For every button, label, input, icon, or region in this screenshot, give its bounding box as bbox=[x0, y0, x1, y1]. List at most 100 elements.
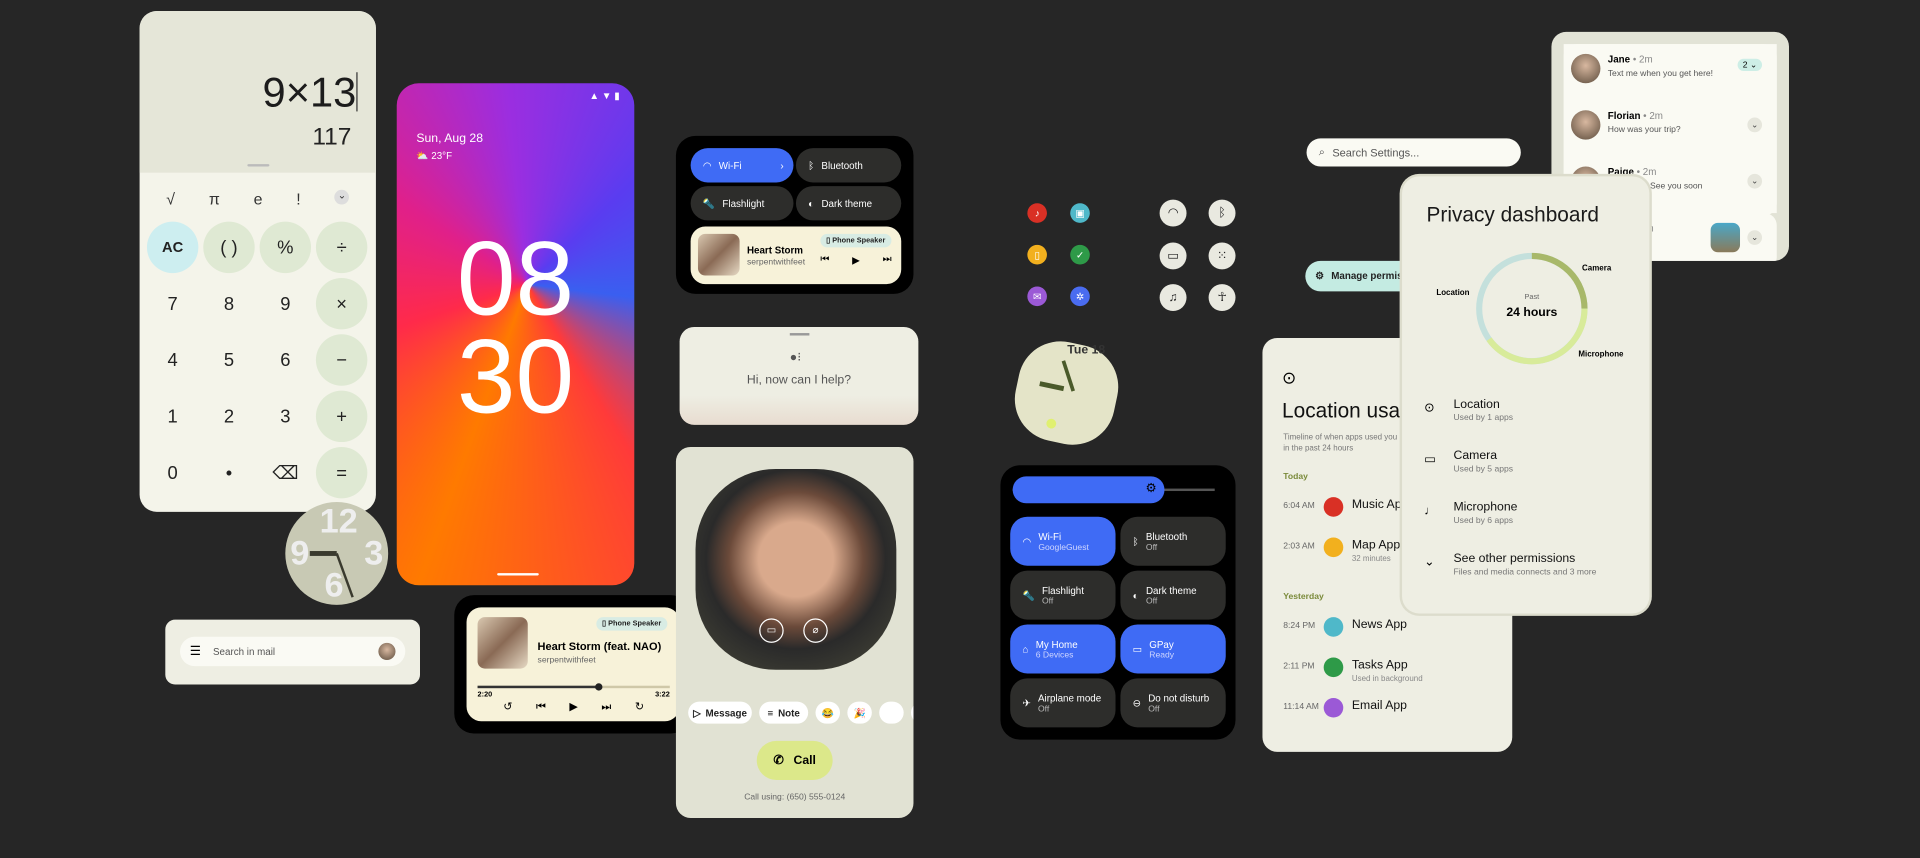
calc-key[interactable]: × bbox=[315, 277, 368, 330]
cast-icon[interactable]: ▭ bbox=[1159, 242, 1187, 270]
calc-key[interactable]: 8 bbox=[203, 278, 254, 329]
permission-item[interactable]: ⌄ See other permissions Files and media co… bbox=[1402, 549, 1649, 593]
map-app-icon[interactable]: ▯ bbox=[1027, 244, 1047, 265]
tile-flashlight[interactable]: 🔦 Flashlight bbox=[690, 186, 794, 221]
calc-key[interactable]: • bbox=[203, 447, 254, 498]
notification[interactable]: Florian • 2m How was your trip? ⌄ bbox=[1563, 100, 1777, 157]
contact-photo bbox=[695, 468, 897, 670]
seek-thumb[interactable] bbox=[594, 683, 603, 691]
bell-icon[interactable]: ♫ bbox=[1159, 284, 1187, 312]
settings-search-bar[interactable]: ⌕ Search Settings... bbox=[1306, 138, 1521, 167]
call-button[interactable]: ✆ Call bbox=[756, 740, 833, 781]
permission-item[interactable]: ⊙ Location Used by 1 apps bbox=[1402, 394, 1649, 438]
previous-icon[interactable]: ⏮ bbox=[820, 253, 829, 265]
calc-key[interactable]: 3 bbox=[260, 391, 311, 442]
music-app-icon[interactable]: ♪ bbox=[1027, 203, 1047, 223]
count-badge[interactable]: 2 ⌄ bbox=[1737, 58, 1763, 72]
play-icon[interactable]: ▶ bbox=[852, 254, 860, 265]
calc-key[interactable]: ÷ bbox=[315, 221, 368, 274]
calc-key[interactable]: 1 bbox=[147, 391, 198, 442]
e-key[interactable]: e bbox=[254, 190, 263, 208]
permission-item[interactable]: ♩ Microphone Used by 6 apps bbox=[1402, 497, 1649, 541]
bluetooth-icon[interactable]: ᛒ bbox=[1208, 199, 1236, 227]
chevron-down-icon[interactable]: ⌄ bbox=[334, 189, 350, 205]
text-cursor bbox=[356, 72, 358, 112]
video-call-icon[interactable]: ▭ bbox=[759, 618, 784, 643]
expand-icon[interactable]: ⌄ bbox=[1747, 230, 1763, 245]
dialpad-icon[interactable]: ⁙ bbox=[1208, 242, 1236, 270]
calc-key[interactable]: = bbox=[315, 446, 368, 499]
timeline-item[interactable]: 11:14 AM Email App bbox=[1262, 697, 1512, 735]
calc-key[interactable]: % bbox=[259, 221, 312, 274]
timeline-item[interactable]: 8:24 PM News App bbox=[1262, 617, 1512, 654]
cast-app-icon[interactable]: ▣ bbox=[1070, 203, 1090, 223]
menu-icon[interactable]: ☰ bbox=[190, 645, 201, 658]
tile-bluetooth[interactable]: ᛒ Bluetooth bbox=[795, 148, 902, 183]
tile-gpay[interactable]: ▭ GPay Ready bbox=[1120, 624, 1226, 674]
calc-key[interactable]: 5 bbox=[203, 334, 254, 385]
note-button[interactable]: ≡ Note bbox=[759, 701, 809, 724]
message-button[interactable]: ▷ Message bbox=[688, 701, 752, 724]
calc-key[interactable]: ( ) bbox=[203, 221, 255, 274]
tile-bluetooth[interactable]: ᛒ Bluetooth Off bbox=[1120, 516, 1226, 566]
calc-key[interactable]: AC bbox=[146, 221, 199, 274]
settings-search-input[interactable]: Search Settings... bbox=[1332, 146, 1419, 158]
calc-key[interactable]: 6 bbox=[260, 334, 311, 385]
pinwheel-app-icon[interactable]: ✲ bbox=[1070, 286, 1090, 307]
privacy-dashboard-screen: Privacy dashboard Past 24 hours Location… bbox=[1402, 176, 1650, 614]
calc-key[interactable]: 4 bbox=[147, 334, 198, 385]
tile-wifi[interactable]: ◠ Wi-Fi › bbox=[690, 148, 794, 183]
tile-dark-theme[interactable]: ◐ Dark theme bbox=[795, 186, 902, 221]
mail-search-bar[interactable]: ☰ Search in mail bbox=[180, 636, 406, 667]
drag-handle[interactable] bbox=[789, 333, 810, 336]
permission-item[interactable]: ▭ Camera Used by 5 apps bbox=[1402, 446, 1649, 490]
previous-icon[interactable]: ⏮ bbox=[536, 700, 546, 713]
play-icon[interactable]: ▶ bbox=[569, 700, 577, 713]
next-icon[interactable]: ⏭ bbox=[601, 700, 611, 713]
assistant-sheet: ●⁝ Hi, now can I help? bbox=[679, 326, 919, 425]
next-icon[interactable]: ⏭ bbox=[883, 253, 892, 265]
avatar[interactable] bbox=[378, 642, 396, 661]
tile-do-not-disturb[interactable]: ⊖ Do not disturb Off bbox=[1120, 678, 1226, 728]
timeline-item[interactable]: 2:11 PM Tasks App Used in background bbox=[1262, 657, 1512, 695]
tasks-app-icon[interactable]: ✓ bbox=[1070, 244, 1090, 265]
emoji-button[interactable]: 🎉 bbox=[847, 701, 872, 724]
wifi-icon[interactable]: ◠ bbox=[1159, 199, 1187, 227]
expand-icon[interactable]: ⌄ bbox=[1747, 117, 1763, 133]
tile-wi-fi[interactable]: ◠ Wi-Fi GoogleGuest bbox=[1010, 516, 1116, 566]
calc-key[interactable]: 2 bbox=[203, 391, 254, 442]
home-indicator[interactable] bbox=[497, 573, 539, 576]
tile-my-home[interactable]: ⌂ My Home 6 Devices bbox=[1010, 624, 1116, 674]
calc-key[interactable]: + bbox=[315, 390, 368, 443]
expand-icon[interactable]: ⌄ bbox=[1747, 173, 1763, 189]
email-app-icon[interactable]: ✉ bbox=[1027, 286, 1047, 307]
notification[interactable]: Jane • 2m Text me when you get here! 2 ⌄ bbox=[1563, 44, 1777, 101]
pi-key[interactable]: π bbox=[209, 190, 220, 208]
factorial-key[interactable]: ! bbox=[296, 190, 300, 208]
seek-bar[interactable] bbox=[477, 683, 670, 691]
accessibility-icon[interactable]: ☥ bbox=[1208, 284, 1236, 312]
output-chip[interactable]: ▯ Phone Speaker bbox=[819, 233, 892, 248]
drag-handle[interactable] bbox=[247, 164, 270, 167]
track-title: Heart Storm bbox=[746, 244, 804, 256]
calc-key[interactable]: ⌫ bbox=[260, 447, 311, 498]
calc-key[interactable]: 7 bbox=[147, 278, 198, 329]
calc-key[interactable]: 9 bbox=[260, 278, 311, 329]
weather-icon: ⛅ bbox=[416, 150, 429, 162]
forward-icon[interactable]: ↻ bbox=[635, 700, 644, 713]
mail-search-input[interactable]: Search in mail bbox=[213, 646, 366, 657]
calc-key[interactable]: 0 bbox=[147, 447, 198, 498]
tile-dark-theme[interactable]: ◐ Dark theme Off bbox=[1120, 570, 1226, 620]
output-chip[interactable]: ▯ Phone Speaker bbox=[595, 617, 668, 631]
emoji-button[interactable]: 😂 bbox=[815, 701, 841, 724]
mute-icon[interactable]: ⌀ bbox=[803, 618, 828, 643]
tile-flashlight[interactable]: 🔦 Flashlight Off bbox=[1010, 570, 1116, 620]
permission-subtitle: Used by 5 apps bbox=[1453, 465, 1514, 474]
sqrt-key[interactable]: √ bbox=[166, 190, 175, 208]
tile-airplane-mode[interactable]: ✈ Airplane mode Off bbox=[1010, 678, 1116, 728]
calc-key[interactable]: − bbox=[315, 334, 368, 386]
replay-icon[interactable]: ↺ bbox=[503, 700, 512, 713]
emoji-button[interactable]: 😍 bbox=[911, 701, 914, 724]
brightness-slider[interactable]: ⚙ bbox=[1012, 476, 1164, 504]
emoji-button[interactable] bbox=[879, 701, 904, 724]
